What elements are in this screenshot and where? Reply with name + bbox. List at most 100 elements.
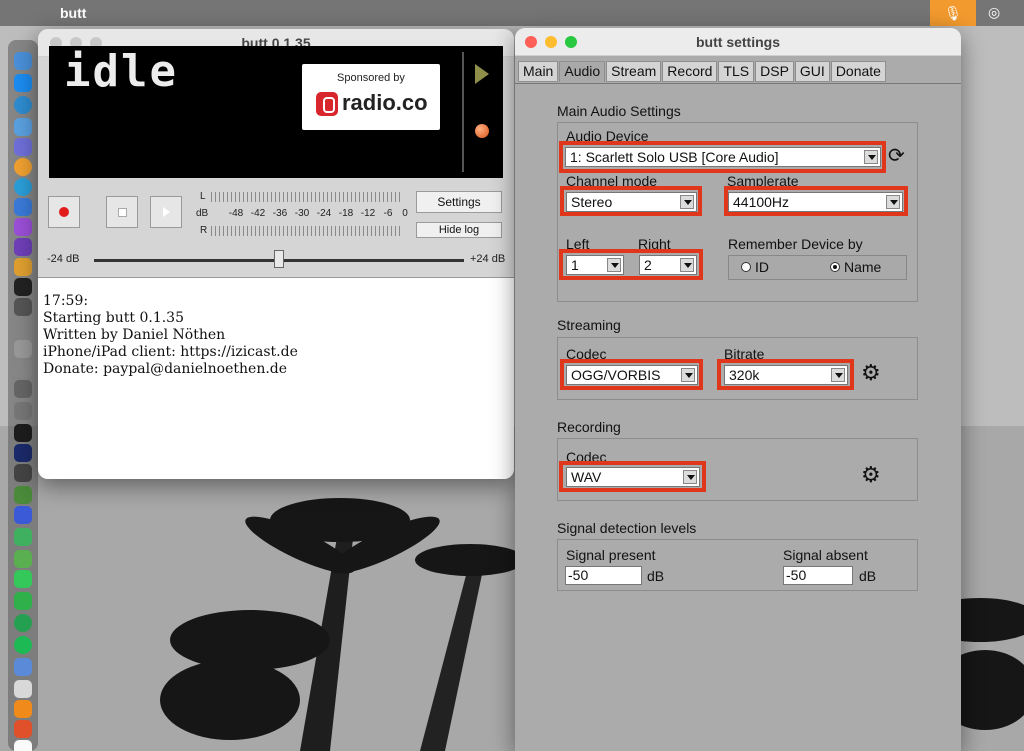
edge-icon[interactable] [14,178,32,196]
microphone-indicator-icon[interactable]: 🎙 [930,0,976,26]
vu-right-label: R [200,225,208,236]
dock-app-icon[interactable] [14,360,32,378]
butt-main-window: butt 0.1.35 idle Sponsored by radio.co L… [38,29,514,479]
spotify-icon[interactable] [14,636,32,654]
stream-codec-highlight [560,359,703,390]
facetime-icon[interactable] [14,592,32,610]
log-line: Starting butt 0.1.35 [43,310,184,326]
streaming-group-label: Streaming [557,317,621,333]
podcasts-icon[interactable] [14,218,32,236]
stream-codec-settings-gear-icon[interactable]: ⚙ [861,362,881,384]
channel-mode-highlight [560,186,702,216]
dock-app-icon[interactable] [14,238,32,256]
signal-present-input[interactable]: -50 [565,566,642,585]
refresh-devices-icon[interactable]: ⟳ [888,145,905,167]
signal-absent-unit: dB [859,568,877,584]
tab-audio[interactable]: Audio [559,61,606,82]
dock-app-icon[interactable] [14,198,32,216]
remember-id-radio[interactable]: ID [741,259,769,275]
vu-tick: 0 [402,208,408,219]
vu-tick: -24 [316,208,332,219]
stop-icon [117,207,127,217]
dock-app-icon[interactable] [14,528,32,546]
dock-app-icon[interactable] [14,680,32,698]
dock-app-icon[interactable] [14,340,32,358]
app-store-icon[interactable] [14,74,32,92]
log-area[interactable]: 17:59: Starting butt 0.1.35 Written by D… [38,277,514,479]
vu-tick: -12 [360,208,376,219]
record-codec-settings-gear-icon[interactable]: ⚙ [861,464,881,486]
dock-app-icon[interactable] [14,424,32,442]
vu-meter: L dB -48 -42 -36 -30 -24 -18 -12 -6 0 R [196,188,408,238]
app-menu-name[interactable]: butt [60,5,86,21]
chrome-icon[interactable] [14,158,32,176]
dock-app-icon[interactable] [14,298,32,316]
dock-app-icon[interactable] [14,402,32,420]
tab-record[interactable]: Record [662,61,718,82]
whatsapp-icon[interactable] [14,614,32,632]
remember-id-label: ID [755,259,769,275]
sponsor-caption: Sponsored by [337,72,405,84]
record-icon [59,207,69,217]
messages-icon[interactable] [14,570,32,588]
remember-name-label: Name [844,259,882,275]
channels-highlight [559,249,703,280]
tab-tls[interactable]: TLS [718,61,755,82]
sponsor-name: radio.co [342,90,428,115]
stop-button[interactable] [106,196,138,228]
display-divider [462,52,464,172]
radio-off-icon [741,262,751,272]
dock-app-icon[interactable] [14,278,32,296]
vu-tick: -42 [250,208,266,219]
dock-app-icon[interactable] [14,486,32,504]
dock-app-icon[interactable] [14,658,32,676]
vlc-icon[interactable] [14,700,32,718]
status-display: idle Sponsored by radio.co [49,46,503,178]
signal-group-label: Signal detection levels [557,520,697,536]
vu-db-label: dB [196,208,209,219]
volume-min-label: -24 dB [47,253,80,265]
signal-absent-input[interactable]: -50 [783,566,853,585]
tab-stream[interactable]: Stream [606,61,662,82]
dock-app-icon[interactable] [14,118,32,136]
dock-app-icon[interactable] [14,380,32,398]
tab-main[interactable]: Main [518,61,559,82]
butt-settings-window: butt settings Main Audio Stream Record T… [515,28,961,751]
record-status-icon [475,124,489,138]
tab-dsp[interactable]: DSP [755,61,794,82]
dock-app-icon[interactable] [14,96,32,114]
status-text: idle [64,46,178,97]
vu-tick: -48 [228,208,244,219]
radio-co-logo-icon [316,92,338,116]
sponsor-banner[interactable]: Sponsored by radio.co [302,64,440,130]
hide-log-button[interactable]: Hide log [416,222,502,238]
volume-slider-thumb[interactable] [274,250,284,268]
dock-app-icon[interactable] [14,464,32,482]
dock-app-icon[interactable] [14,720,32,738]
menu-bar: butt 🎙 ◎ [0,0,1024,26]
dock-app-icon[interactable] [14,138,32,156]
settings-tabs: Main Audio Stream Record TLS DSP GUI Don… [518,61,887,82]
bitrate-highlight [717,359,854,390]
vu-tick: -30 [294,208,310,219]
play-button[interactable] [150,196,182,228]
tab-donate[interactable]: Donate [830,61,886,82]
record-button[interactable] [48,196,80,228]
calendar-icon[interactable] [14,740,32,751]
dock-app-icon[interactable] [14,550,32,568]
samplerate-highlight [724,186,908,216]
finder-icon[interactable] [14,52,32,70]
tab-gui[interactable]: GUI [794,61,830,82]
remember-name-radio[interactable]: Name [830,259,881,275]
radio-on-icon [830,262,840,272]
main-audio-group-label: Main Audio Settings [557,103,681,119]
dock-app-icon[interactable] [14,506,32,524]
settings-button[interactable]: Settings [416,191,502,213]
signal-present-label: Signal present [566,547,656,563]
tab-divider [515,83,961,84]
dock-app-icon[interactable] [14,258,32,276]
log-line: Donate: paypal@danielnoethen.de [43,361,288,377]
remember-device-label: Remember Device by [728,236,863,252]
control-center-icon[interactable]: ◎ [988,4,1008,22]
audition-icon[interactable] [14,444,32,462]
